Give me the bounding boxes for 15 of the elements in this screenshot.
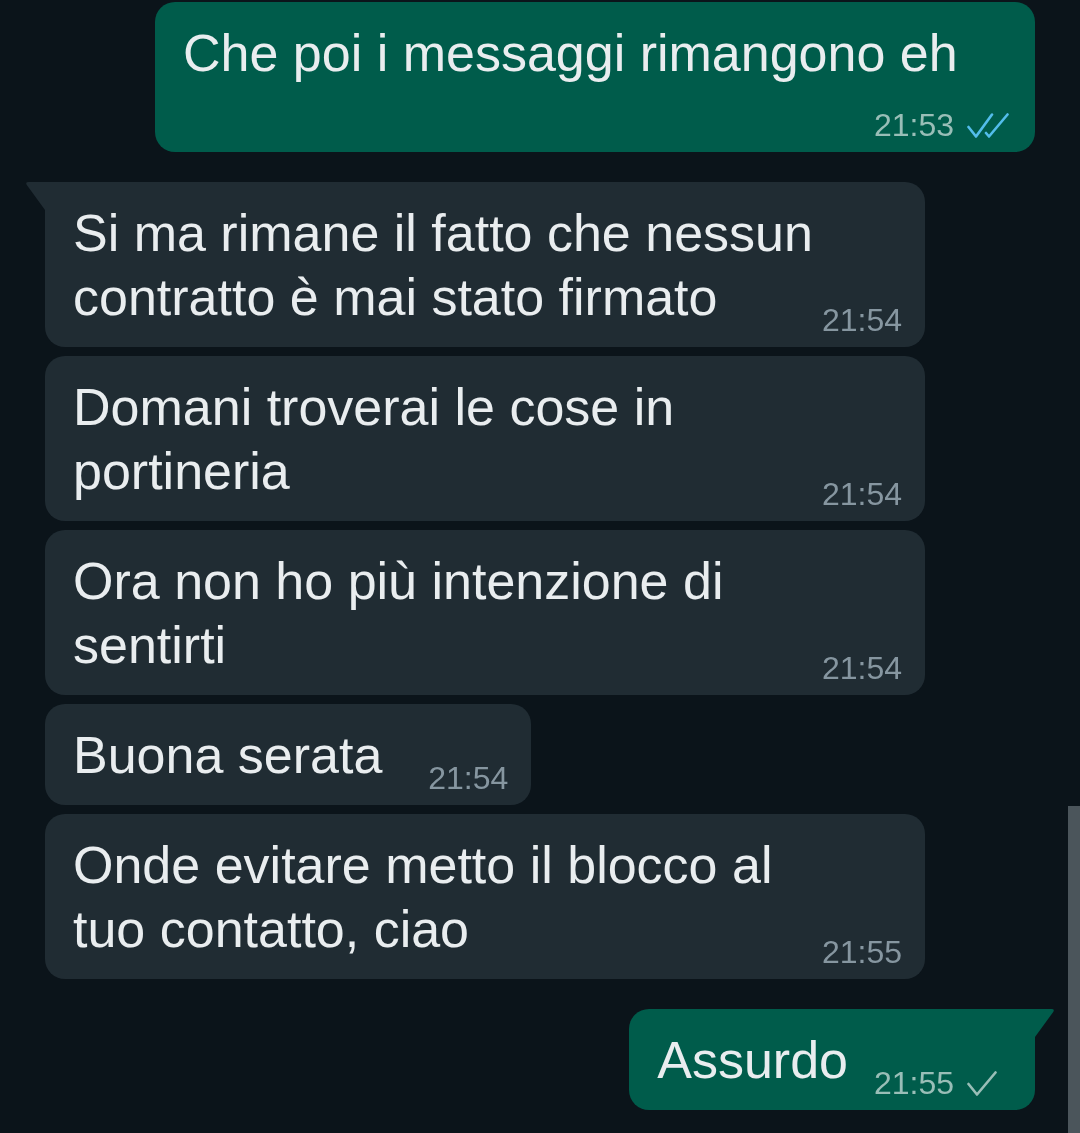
message-time: 21:54 [428,762,509,794]
message-text: Che poi i messaggi rimangono eh [183,24,958,82]
message-time: 21:55 [873,1067,954,1099]
scrollbar-thumb[interactable] [1068,806,1080,1133]
message-time: 21:54 [821,304,902,336]
message-time: 21:53 [873,109,954,141]
message-text: Si ma rimane il fatto che nessun contratto è mai stato firmato [73,204,813,326]
message-time: 21:54 [821,478,902,510]
message-text: Assurdo [657,1031,848,1089]
message-text: Buona serata [73,726,383,784]
message-text: Onde evitare metto il blocco al tuo contatto, ciao [73,836,773,958]
message-text: Domani troverai le cose in portineria [73,378,675,500]
message-time: 21:55 [821,936,902,968]
message-text: Ora non ho più intenzione di sentirti [73,552,724,674]
message-time: 21:54 [821,652,902,684]
